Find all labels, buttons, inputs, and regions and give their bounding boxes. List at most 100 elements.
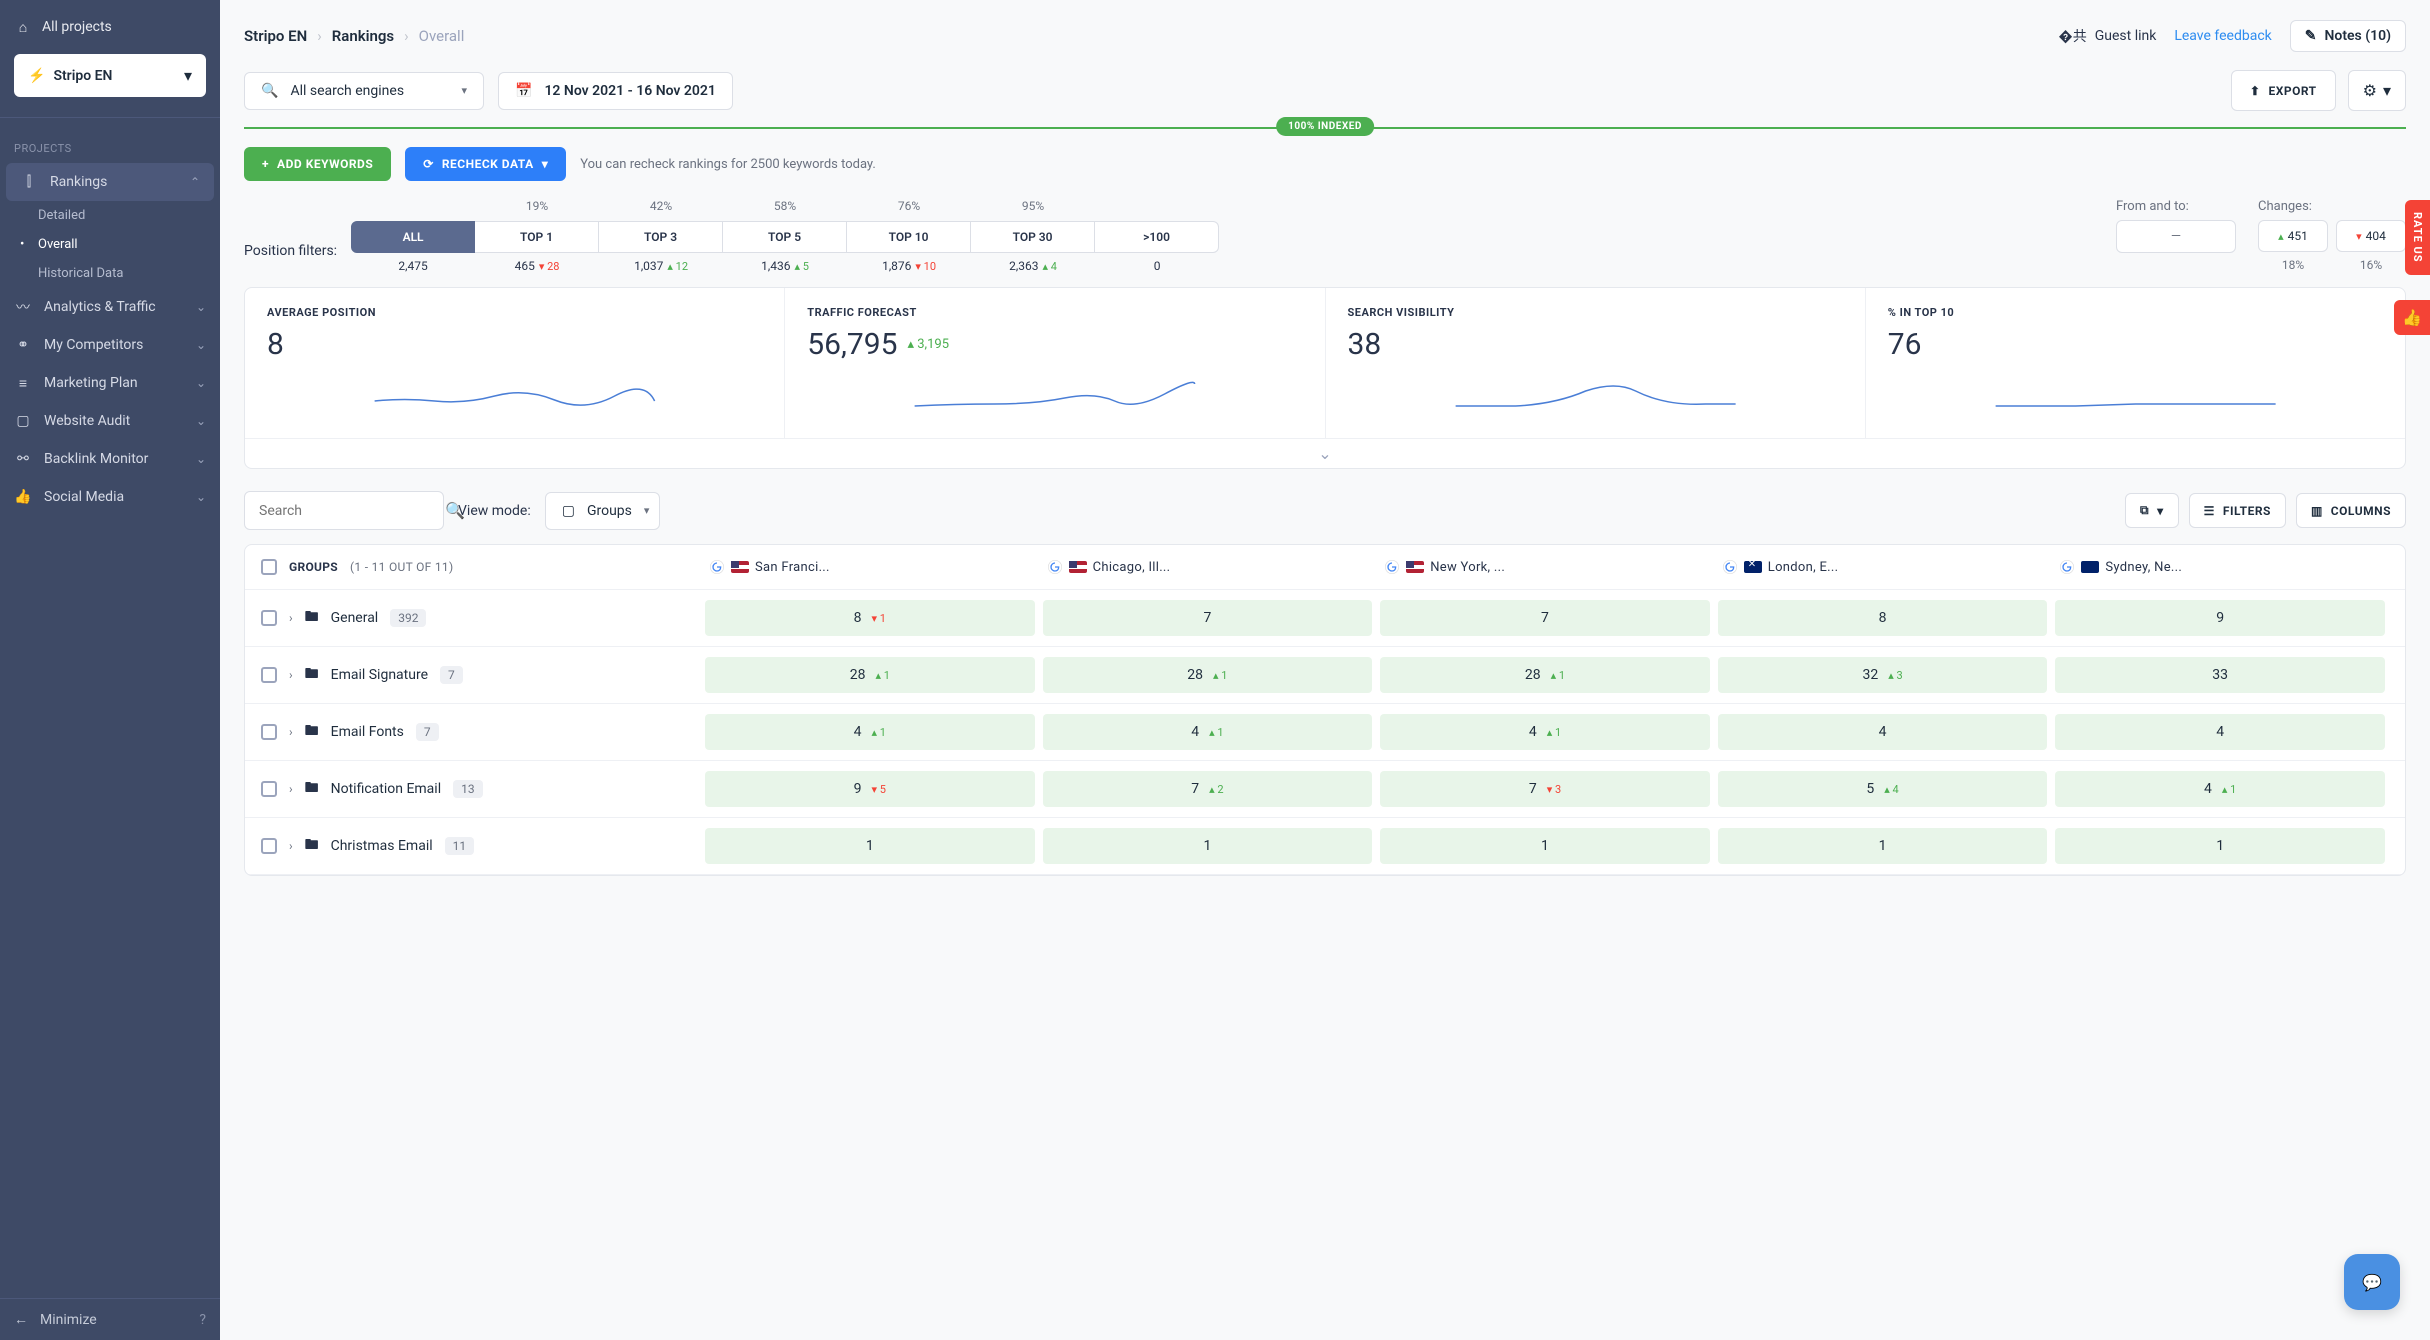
keyword-search-box[interactable]: 🔍 xyxy=(244,491,444,530)
sidebar-subitem-overall[interactable]: Overall xyxy=(38,230,220,259)
arrow-up-icon: ▴ 1 xyxy=(872,726,886,739)
sidebar-item-my-competitors[interactable]: ⚭My Competitors⌄ xyxy=(0,326,220,364)
flag-gb-icon xyxy=(1744,561,1762,573)
position-filter-top5[interactable]: TOP 5 xyxy=(723,221,847,253)
changes-up-pct: 18% xyxy=(2258,258,2328,272)
metric-traffic-forecast: TRAFFIC FORECAST 56,795▴ 3,195 xyxy=(785,288,1325,438)
date-range-picker[interactable]: 📅 12 Nov 2021 - 16 Nov 2021 xyxy=(498,72,733,110)
chat-icon: 💬 xyxy=(2362,1273,2382,1292)
expand-row-icon[interactable]: › xyxy=(289,725,293,739)
ranking-cell: 4 xyxy=(2055,714,2385,750)
location-column-header[interactable]: New York, ... xyxy=(1376,559,1714,575)
settings-button[interactable]: ⚙ ▾ xyxy=(2348,70,2406,111)
rate-us-tab[interactable]: RATE US xyxy=(2405,200,2430,275)
metric-value: 76 xyxy=(1888,327,2383,362)
notes-button[interactable]: ✎ Notes (10) xyxy=(2290,20,2406,52)
expand-row-icon[interactable]: › xyxy=(289,782,293,796)
expand-row-icon[interactable]: › xyxy=(289,611,293,625)
minimize-button[interactable]: ← Minimize xyxy=(14,1311,97,1328)
sidebar-item-backlink-monitor[interactable]: ⚯Backlink Monitor⌄ xyxy=(0,440,220,478)
sparkline-chart xyxy=(807,376,1302,416)
breadcrumb-project[interactable]: Stripo EN xyxy=(244,27,307,45)
note-icon: ✎ xyxy=(2305,28,2317,44)
view-mode-dropdown[interactable]: ▢ Groups ▾ xyxy=(545,492,660,530)
expand-row-icon[interactable]: › xyxy=(289,839,293,853)
sidebar: ⌂ All projects ⚡ Stripo EN ▾ PROJECTS ⫿R… xyxy=(0,0,220,1340)
from-to-input[interactable]: — xyxy=(2116,220,2236,253)
export-button[interactable]: ⬆ EXPORT xyxy=(2231,70,2336,111)
arrow-up-icon: ▴ 1 xyxy=(1213,669,1227,682)
rate-us-thumb-button[interactable]: 👍 xyxy=(2394,300,2430,335)
row-checkbox[interactable] xyxy=(261,838,277,854)
ranking-cell: 28▴ 1 xyxy=(1380,657,1710,693)
sidebar-item-social-media[interactable]: 👍Social Media⌄ xyxy=(0,478,220,516)
row-checkbox[interactable] xyxy=(261,667,277,683)
chevron-down-icon: ▾ xyxy=(2157,504,2164,518)
expand-row-icon[interactable]: › xyxy=(289,668,293,682)
folder-icon: ▢ xyxy=(562,503,575,519)
help-icon[interactable]: ? xyxy=(199,1312,206,1328)
chevron-down-icon: ⌄ xyxy=(196,414,206,428)
changes-up-badge[interactable]: ▴ 451 xyxy=(2258,220,2328,252)
sidebar-item-rankings[interactable]: ⫿Rankings⌃ xyxy=(6,163,214,201)
position-filter-top1[interactable]: TOP 1 xyxy=(475,221,599,253)
sparkline-chart xyxy=(1348,376,1843,416)
recheck-data-button[interactable]: ⟳ RECHECK DATA ▾ xyxy=(405,147,566,181)
project-selector[interactable]: ⚡ Stripo EN ▾ xyxy=(14,54,206,97)
google-icon xyxy=(1384,559,1400,575)
changes-down-badge[interactable]: ▾ 404 xyxy=(2336,220,2406,252)
location-column-header[interactable]: Sydney, Ne... xyxy=(2051,559,2389,575)
sidebar-subitem-detailed[interactable]: Detailed xyxy=(38,201,220,230)
ranking-cell: 1 xyxy=(705,828,1035,864)
group-name: General xyxy=(331,610,379,626)
sparkline-chart xyxy=(267,376,762,416)
thumb-icon: 👍 xyxy=(14,488,32,506)
group-name: Email Fonts xyxy=(331,724,404,740)
search-engines-dropdown[interactable]: 🔍 All search engines ▾ xyxy=(244,72,484,110)
position-filter-100[interactable]: >100 xyxy=(1095,221,1219,253)
all-projects-link[interactable]: ⌂ All projects xyxy=(14,12,206,42)
arrow-up-icon: ▴ 12 xyxy=(667,260,688,273)
location-column-header[interactable]: London, E... xyxy=(1714,559,2052,575)
ranking-cell: 7▾ 3 xyxy=(1380,771,1710,807)
position-filter-top3[interactable]: TOP 3 xyxy=(599,221,723,253)
metric-label: SEARCH VISIBILITY xyxy=(1348,306,1843,319)
select-all-checkbox[interactable] xyxy=(261,559,277,575)
position-filter-all[interactable]: ALL xyxy=(351,221,475,253)
table-row: › 🖿 Notification Email 13 9▾ 57▴ 27▾ 35▴… xyxy=(245,761,2405,818)
sidebar-item-website-audit[interactable]: ▢Website Audit⌄ xyxy=(0,402,220,440)
sidebar-item-marketing-plan[interactable]: ≡Marketing Plan⌄ xyxy=(0,364,220,402)
row-checkbox[interactable] xyxy=(261,724,277,740)
arrow-up-icon: ▴ 1 xyxy=(2222,783,2236,796)
chat-button[interactable]: 💬 xyxy=(2344,1254,2400,1310)
recheck-hint: You can recheck rankings for 2500 keywor… xyxy=(580,157,876,172)
flag-us-icon xyxy=(1069,561,1087,573)
ranking-cell: 1 xyxy=(1380,828,1710,864)
columns-button[interactable]: ▥ COLUMNS xyxy=(2296,493,2406,528)
copy-dropdown-button[interactable]: ⧉ ▾ xyxy=(2125,493,2179,528)
filters-button[interactable]: ☰ FILTERS xyxy=(2189,493,2286,528)
sidebar-subitem-historical-data[interactable]: Historical Data xyxy=(38,259,220,288)
add-keywords-button[interactable]: + ADD KEYWORDS xyxy=(244,147,391,181)
row-checkbox[interactable] xyxy=(261,781,277,797)
location-column-header[interactable]: San Franci... xyxy=(701,559,1039,575)
group-count-badge: 7 xyxy=(440,666,463,684)
position-filter-top10[interactable]: TOP 10 xyxy=(847,221,971,253)
group-name: Christmas Email xyxy=(331,838,433,854)
arrow-up-icon: ▴ 4 xyxy=(1043,260,1057,273)
leave-feedback-link[interactable]: Leave feedback xyxy=(2174,28,2271,44)
row-checkbox[interactable] xyxy=(261,610,277,626)
link-icon: ⚯ xyxy=(14,450,32,468)
ranking-cell: 4▴ 1 xyxy=(1043,714,1373,750)
sidebar-item-analytics-traffic[interactable]: 〰Analytics & Traffic⌄ xyxy=(0,288,220,326)
ranking-cell: 28▴ 1 xyxy=(705,657,1035,693)
search-input[interactable] xyxy=(259,503,437,519)
position-filter-top30[interactable]: TOP 30 xyxy=(971,221,1095,253)
metric-label: TRAFFIC FORECAST xyxy=(807,306,1302,319)
arrow-up-icon: ▴ 4 xyxy=(1884,783,1898,796)
location-column-header[interactable]: Chicago, Ill... xyxy=(1039,559,1377,575)
breadcrumb-section[interactable]: Rankings xyxy=(332,27,394,45)
guest-link-button[interactable]: �共 Guest link xyxy=(2058,26,2156,46)
group-count-badge: 13 xyxy=(453,780,483,798)
expand-metrics-button[interactable]: ⌄ xyxy=(245,438,2405,468)
